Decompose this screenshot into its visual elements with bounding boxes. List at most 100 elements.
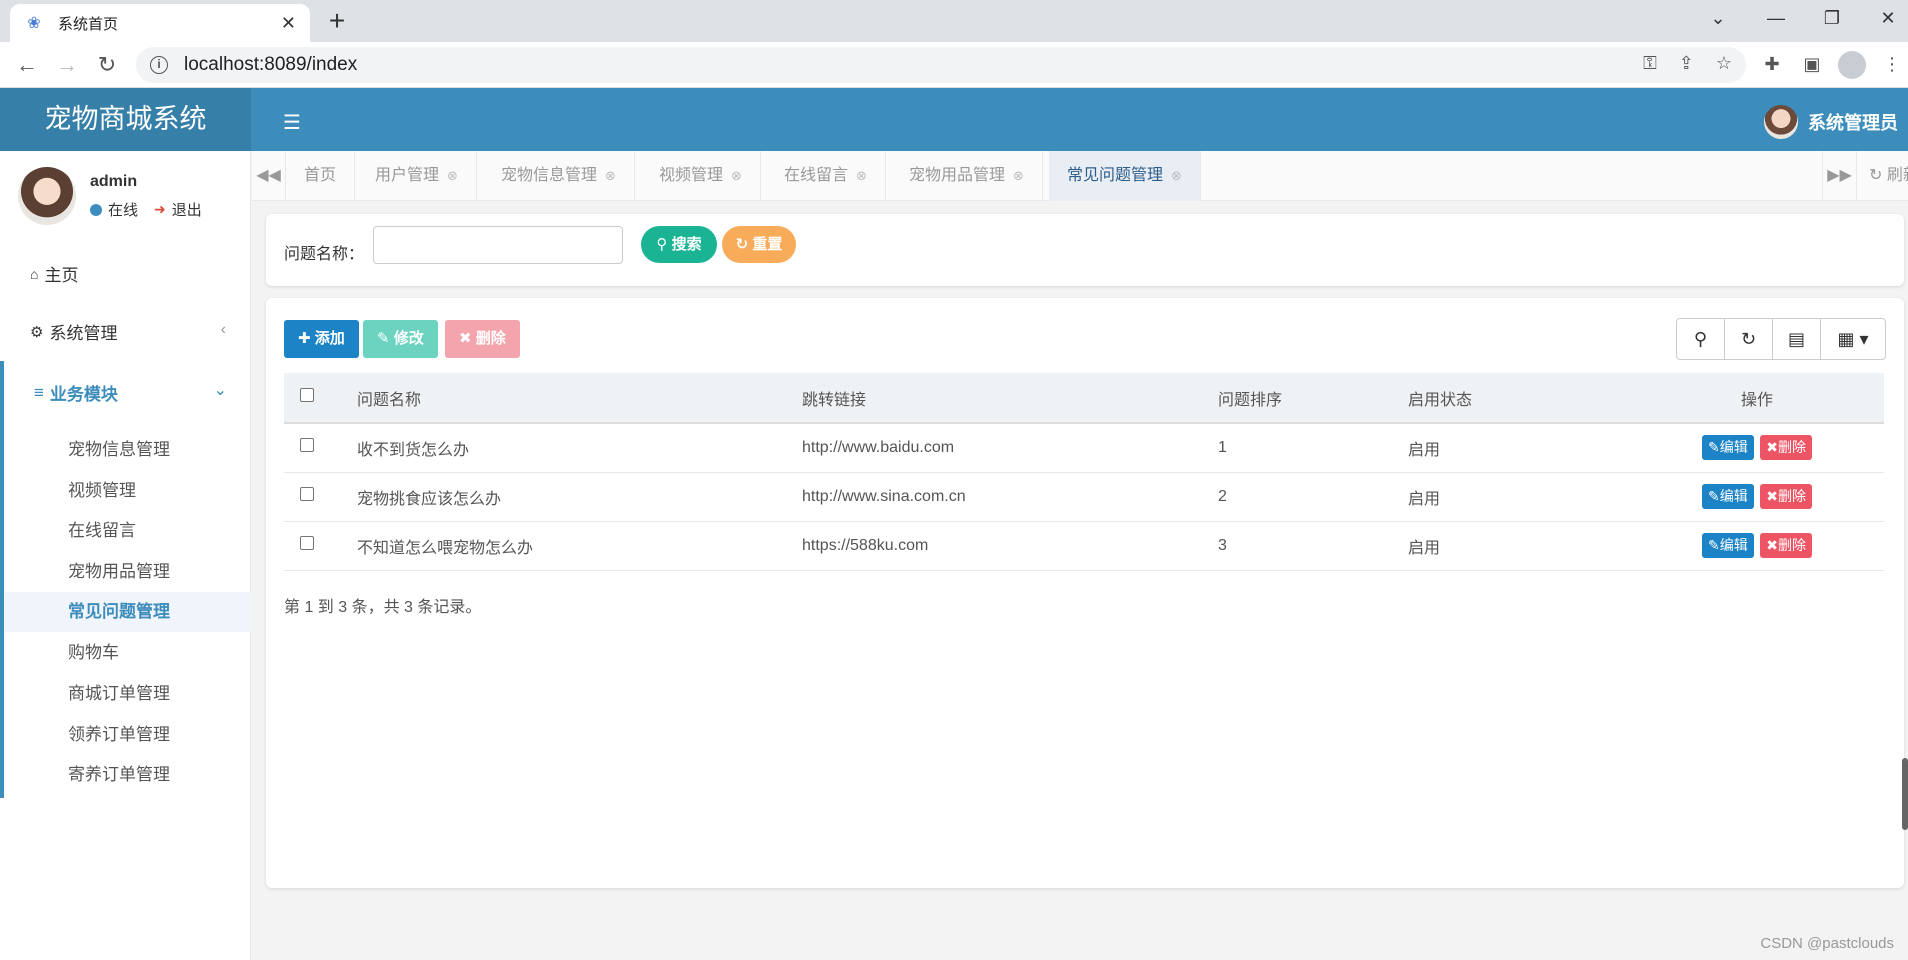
select-all-checkbox[interactable]: [300, 388, 314, 402]
minimize-button[interactable]: —: [1748, 0, 1804, 36]
tab-pet-supplies[interactable]: 宠物用品管理 ⊗: [891, 151, 1043, 201]
row-checkbox[interactable]: [300, 438, 314, 453]
column-header[interactable]: 问题名称: [339, 373, 784, 423]
close-tab-icon[interactable]: ✕: [281, 13, 296, 34]
sidebar-subitem[interactable]: 在线留言: [4, 511, 251, 551]
search-button[interactable]: ⚲ 搜索: [641, 226, 717, 263]
refresh-tab-button[interactable]: ↻ 刷新: [1856, 151, 1908, 201]
forward-icon[interactable]: →: [52, 50, 82, 80]
sidebar-toggle-icon[interactable]: ☰: [283, 110, 301, 135]
sidebar-subitem-active[interactable]: 常见问题管理: [4, 592, 251, 632]
sidebar-group-business: ≡ 业务模块 ⌄ 宠物信息管理 视频管理 在线留言 宠物用品管理 常见问题管理 …: [0, 361, 251, 798]
question-name-input[interactable]: [373, 226, 623, 264]
profile-avatar[interactable]: [1838, 51, 1866, 79]
close-tab-icon[interactable]: ⊗: [605, 168, 616, 183]
chevron-down-icon[interactable]: ⌄: [214, 380, 227, 400]
row-delete-button[interactable]: ✖删除: [1760, 533, 1812, 558]
cell-actions: ✎编辑 ✖删除: [1630, 423, 1884, 473]
back-icon[interactable]: ←: [12, 50, 42, 80]
sidebar: admin 在线 ➜ 退出 ⌂ 主页 ⚙ 系统管理 ‹ ≡ 业务模块 ⌄ 宠物信…: [0, 151, 251, 960]
close-tab-icon[interactable]: ⊗: [731, 168, 742, 183]
row-select-cell: [284, 423, 339, 473]
sidebar-item-system[interactable]: ⚙ 系统管理: [30, 319, 231, 344]
close-window-button[interactable]: ✕: [1860, 0, 1908, 36]
row-edit-button[interactable]: ✎编辑: [1702, 484, 1754, 509]
table-header-row: 问题名称 跳转链接 问题排序 启用状态 操作: [284, 373, 1884, 423]
close-tab-icon[interactable]: ⊗: [1013, 168, 1024, 183]
sidebar-subitem[interactable]: 宠物信息管理: [4, 430, 251, 470]
restore-button[interactable]: ❐: [1804, 0, 1860, 36]
tab-home[interactable]: 首页: [286, 151, 356, 201]
column-header[interactable]: 启用状态: [1390, 373, 1630, 423]
sidebar-subitem[interactable]: 购物车: [4, 633, 251, 673]
tab-search-chevron-icon[interactable]: ⌄: [1690, 0, 1746, 36]
close-tab-icon[interactable]: ⊗: [447, 168, 458, 183]
reset-button-label: 重置: [752, 236, 783, 253]
tab-video[interactable]: 视频管理 ⊗: [641, 151, 761, 201]
tab-pet-info[interactable]: 宠物信息管理 ⊗: [483, 151, 635, 201]
column-header[interactable]: 问题排序: [1200, 373, 1390, 423]
online-status-text: 在线: [108, 202, 139, 219]
share-icon[interactable]: ⇪: [1679, 53, 1694, 74]
columns-menu-icon[interactable]: ▦ ▾: [1821, 319, 1885, 359]
online-status-icon: [90, 203, 102, 216]
sidebar-item-label: 业务模块: [49, 385, 118, 404]
sidebar-subitem[interactable]: 领养订单管理: [4, 715, 251, 755]
faq-table: 问题名称 跳转链接 问题排序 启用状态 操作 收不到货怎么办 http://ww…: [284, 373, 1884, 571]
reload-icon[interactable]: ↻: [92, 50, 122, 80]
tab-users[interactable]: 用户管理 ⊗: [357, 151, 477, 201]
search-toggle-icon[interactable]: ⚲: [1677, 319, 1725, 359]
logout-link[interactable]: 退出: [172, 199, 202, 220]
table-row: 收不到货怎么办 http://www.baidu.com 1 启用 ✎编辑 ✖删…: [284, 423, 1884, 473]
header-user-menu[interactable]: 系统管理员: [1764, 105, 1898, 139]
app-logo[interactable]: 宠物商城系统: [0, 88, 251, 151]
reset-button[interactable]: ↻ 重置: [722, 226, 796, 263]
table-tools: ⚲ ↻ ▤ ▦ ▾: [1676, 318, 1886, 360]
sidebar-item-home[interactable]: ⌂ 主页: [30, 261, 78, 286]
row-checkbox[interactable]: [300, 536, 314, 550]
sidebar-subitem[interactable]: 宠物用品管理: [4, 552, 251, 592]
refresh-icon: ↻: [735, 236, 749, 253]
modify-button[interactable]: ✎ 修改: [363, 320, 438, 358]
site-info-icon[interactable]: i: [150, 56, 168, 74]
chevron-left-icon[interactable]: ‹: [221, 321, 226, 339]
bookmark-star-icon[interactable]: ☆: [1716, 53, 1732, 74]
tab-messages[interactable]: 在线留言 ⊗: [766, 151, 886, 201]
extensions-icon[interactable]: ✚: [1760, 54, 1784, 75]
delete-button-label: 删除: [475, 330, 506, 347]
new-tab-button[interactable]: +: [322, 6, 352, 36]
browser-tab[interactable]: ❀ 系统首页 ✕: [10, 4, 310, 42]
omnibox[interactable]: i localhost:8089/index ⚿ ⇪ ☆: [136, 47, 1746, 83]
close-tab-icon[interactable]: ⊗: [1171, 168, 1182, 183]
toggle-view-icon[interactable]: ▤: [1773, 319, 1821, 359]
tabs-scroll-left-icon[interactable]: ◀◀: [252, 151, 286, 201]
tabs-scroll-right-icon[interactable]: ▶▶: [1822, 151, 1856, 201]
row-edit-label: 编辑: [1719, 488, 1748, 504]
sidebar-subitem[interactable]: 商城订单管理: [4, 674, 251, 714]
row-checkbox[interactable]: [300, 487, 314, 501]
delete-button[interactable]: ✖ 删除: [445, 320, 520, 358]
row-delete-button[interactable]: ✖删除: [1760, 435, 1812, 461]
page-scrollbar[interactable]: [1902, 758, 1908, 830]
close-icon: ✖: [459, 330, 472, 347]
key-icon[interactable]: ⚿: [1643, 53, 1657, 74]
sidebar-item-business[interactable]: ≡ 业务模块: [34, 380, 118, 405]
row-delete-button[interactable]: ✖删除: [1760, 484, 1812, 509]
tab-faq[interactable]: 常见问题管理 ⊗: [1049, 151, 1201, 201]
add-button[interactable]: ✚ 添加: [284, 320, 359, 358]
sidebar-subitem[interactable]: 寄养订单管理: [4, 755, 251, 795]
refresh-label: 刷新: [1886, 167, 1908, 184]
refresh-table-icon[interactable]: ↻: [1725, 319, 1773, 359]
sidebar-subitem[interactable]: 视频管理: [4, 471, 251, 511]
row-edit-button[interactable]: ✎编辑: [1702, 435, 1754, 461]
column-header[interactable]: 跳转链接: [784, 373, 1200, 423]
row-edit-button[interactable]: ✎编辑: [1702, 533, 1754, 558]
side-panel-icon[interactable]: ▣: [1800, 54, 1824, 75]
home-icon: ⌂: [30, 265, 39, 282]
browser-menu-icon[interactable]: ⋮: [1880, 54, 1904, 75]
url-text[interactable]: localhost:8089/index: [184, 54, 357, 76]
close-tab-icon[interactable]: ⊗: [856, 168, 867, 183]
logout-icon[interactable]: ➜: [154, 201, 166, 218]
table-row: 不知道怎么喂宠物怎么办 https://588ku.com 3 启用 ✎编辑 ✖…: [284, 521, 1884, 571]
column-header: 操作: [1740, 391, 1773, 409]
